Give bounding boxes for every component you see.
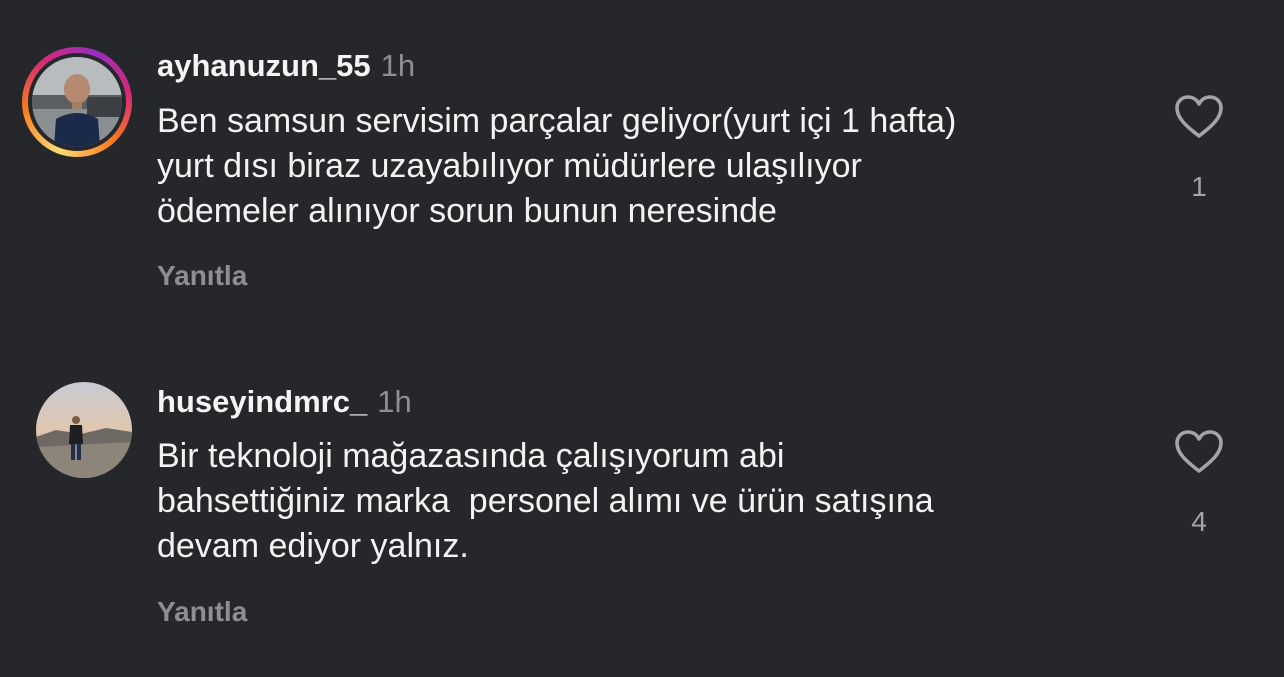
timestamp: 1h [380,48,416,83]
comment-header: huseyindmrc_ 1h [157,384,412,420]
reply-button[interactable]: Yanıtla [157,595,247,629]
heart-outline-icon[interactable] [1174,429,1224,475]
comment-text: Bir teknoloji mağazasında çalışıyorum ab… [157,437,934,565]
username[interactable]: huseyindmrc_ [157,384,367,419]
heart-outline-icon[interactable] [1174,94,1224,140]
avatar [32,57,122,147]
comment-header: ayhanuzun_55 1h [157,48,415,84]
avatar [36,382,132,478]
like-count: 4 [1191,506,1207,537]
avatar-container[interactable] [22,382,132,492]
avatar-with-story-ring[interactable] [22,47,132,157]
comment-text: Ben samsun servisim parçalar geliyor(yur… [157,102,957,230]
username[interactable]: ayhanuzun_55 [157,48,371,83]
like-count: 1 [1191,171,1207,202]
reply-button[interactable]: Yanıtla [157,259,247,293]
timestamp: 1h [377,384,412,419]
